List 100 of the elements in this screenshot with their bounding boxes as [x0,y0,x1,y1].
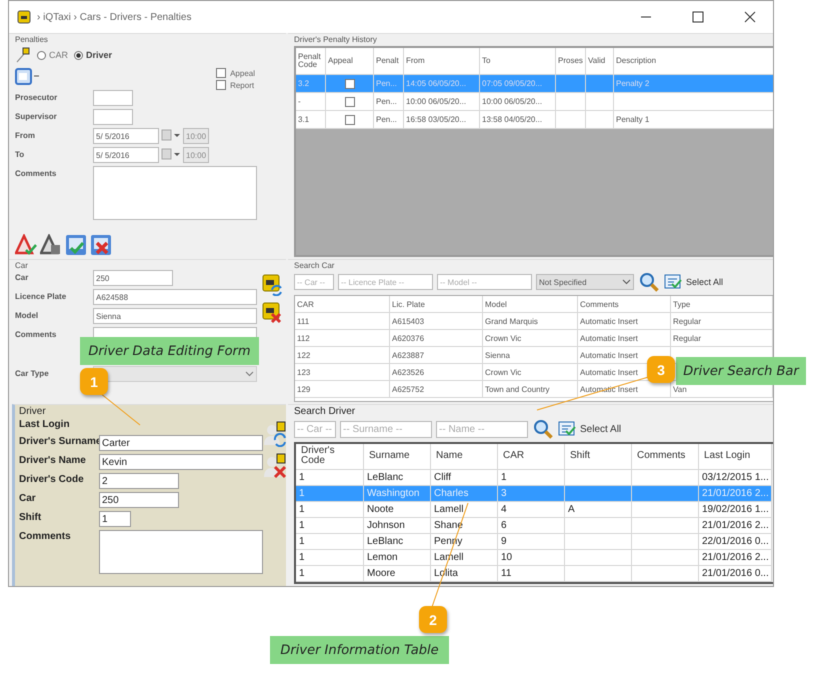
column-header[interactable]: To [480,48,556,74]
leader-line [100,392,140,426]
table-cell: Noote [367,504,394,515]
table-cell: 07:05 09/05/20... [482,79,542,88]
delete-car-icon[interactable] [262,302,282,324]
table-cell: 1 [501,472,507,483]
checkbox[interactable]: Appeal [216,68,255,78]
table-cell: Automatic Insert [580,334,638,342]
table-cell: 21/01/2016 2... [702,488,769,499]
table-cell: Pen... [376,79,397,88]
column-header[interactable]: Name [431,444,498,469]
field-label: Car [15,272,30,282]
search-icon[interactable] [638,271,660,293]
select-all-icon[interactable] [664,274,682,290]
field-label: Prosecutor [15,92,58,102]
table-cell: A623887 [392,350,424,360]
calendar-dropdown-icon[interactable] [161,147,181,161]
table-cell: Pen... [376,97,397,106]
column-header[interactable]: Comments [578,296,671,312]
input-field[interactable]: 250 [93,270,173,286]
table-cell: A620376 [392,334,424,342]
table-cell: 1 [299,488,305,499]
table-cell: 10 [501,552,512,563]
column-header[interactable]: Comments [632,444,699,469]
input-field[interactable]: 250 [99,492,179,508]
search-icon[interactable] [532,418,554,440]
table-cell: Grand Marquis [485,316,538,326]
input-field[interactable]: Sienna [93,308,257,324]
date-field[interactable]: 5/ 5/2016 [93,147,159,163]
input-field[interactable]: A624588 [93,289,257,305]
column-header[interactable]: From [404,48,480,74]
column-header[interactable]: Valid [586,48,614,74]
table-cell: 6 [501,520,507,531]
table-row[interactable]: 1 LeBlanc Cliff 1 03/12/2015 1... [296,470,772,486]
table-cell: 4 [501,504,507,515]
checkbox[interactable] [344,96,354,106]
checkbox[interactable] [344,114,354,124]
table-cell: Lamell [434,504,464,515]
column-header[interactable]: Penalt Code [296,48,326,74]
column-header[interactable]: Shift [565,444,632,469]
penalty-type-dropdown-icon[interactable] [15,68,41,86]
date-field[interactable]: 5/ 5/2016 [93,128,159,144]
field-label: Last Login [19,418,71,430]
column-header[interactable]: Proses [556,48,586,74]
field-label: From [15,130,36,140]
input-field[interactable]: 1 [99,511,131,527]
column-header[interactable]: Lic. Plate [390,296,483,312]
input-field[interactable]: 2 [99,473,179,489]
column-header[interactable]: CAR [295,296,390,312]
table-cell: 112 [297,334,310,342]
table-cell: Penalty 2 [616,79,650,88]
table-cell: A625752 [392,384,424,394]
confirm-penalty-icon[interactable] [65,234,87,256]
table-cell: LeBlanc [367,536,404,547]
column-header[interactable]: CAR [498,444,565,469]
add-penalty-icon[interactable] [15,234,37,256]
input-field[interactable]: Carter [99,435,263,451]
radio-button[interactable]: Driver [74,50,112,60]
table-cell: 122 [297,350,310,360]
table-row[interactable]: 1 Noote Lamell 4 A 19/02/2016 1... [296,502,772,518]
column-header[interactable]: Penalt [374,48,404,74]
column-header[interactable]: Model [483,296,578,312]
table-cell: 123 [297,368,310,376]
input-field[interactable]: Kevin [99,454,263,470]
calendar-dropdown-icon[interactable] [161,128,181,142]
comments-field[interactable] [99,530,263,574]
column-header[interactable]: Appeal [326,48,374,74]
callout-number-badge: 1 [80,368,108,395]
table-cell: 03/12/2015 1... [702,472,769,483]
delete-driver-icon[interactable] [263,453,286,479]
table-row[interactable]: 3.1 Pen... 16:58 03/05/20... 13:58 04/05/20... Penalty 1 [296,111,773,129]
column-header[interactable]: Driver's Code [296,444,364,469]
select-all-link[interactable]: Select All [580,424,622,434]
column-header[interactable]: Surname [364,444,431,469]
checkbox[interactable]: Report [216,80,255,90]
table-cell: - [298,97,301,106]
table-cell: 21/01/2016 0... [702,568,769,579]
column-header[interactable]: Description [614,48,773,74]
table-cell: A615403 [392,316,424,326]
table-cell: 1 [299,520,305,531]
field-label: Comments [19,530,72,542]
table-cell: 1 [299,568,305,579]
select-all-icon[interactable] [558,421,576,437]
radio-button[interactable]: CAR [37,50,68,60]
car-type-filter-dropdown[interactable]: Not Specified [536,274,634,290]
input-field[interactable] [93,109,133,125]
table-cell: Crown Vic [485,368,522,376]
select-all-link[interactable]: Select All [686,277,724,287]
warning-triangle-icon[interactable] [40,234,62,256]
update-driver-icon[interactable] [263,421,286,447]
delete-penalty-icon[interactable] [90,234,112,256]
checkbox[interactable] [344,78,354,88]
comments-field[interactable] [93,166,257,220]
table-row[interactable]: - Pen... 10:00 06/05/20... 10:00 06/05/20... [296,93,773,111]
window-title: › iQTaxi › Cars - Drivers - Penalties [37,12,192,22]
input-field[interactable] [93,90,133,106]
update-car-icon[interactable] [262,274,282,296]
table-cell: A623526 [392,368,424,376]
table-cell: 13:58 04/05/20... [482,115,542,124]
column-header[interactable]: Type [671,296,773,312]
